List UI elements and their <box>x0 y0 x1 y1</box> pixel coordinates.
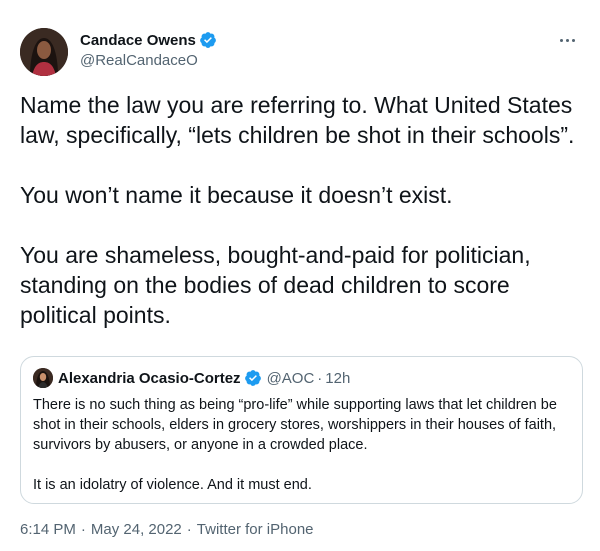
more-dot <box>571 38 575 42</box>
tweet-paragraph: You are shameless, bought-and-paid for p… <box>20 242 531 328</box>
handle[interactable]: @RealCandaceO <box>80 52 217 69</box>
verified-badge-icon <box>200 32 216 48</box>
name-row: Candace Owens <box>80 30 217 50</box>
dot-separator: · <box>186 521 192 538</box>
quoted-display-name: Alexandria Ocasio-Cortez <box>58 369 241 387</box>
dot-separator: · <box>80 521 86 538</box>
more-options-icon[interactable] <box>554 30 580 50</box>
tweet: Candace Owens @RealCandaceO Name the law… <box>0 0 600 551</box>
tweet-source[interactable]: Twitter for iPhone <box>197 521 314 538</box>
display-name[interactable]: Candace Owens <box>80 32 196 49</box>
tweet-header: Candace Owens @RealCandaceO <box>20 28 584 76</box>
author-info: Candace Owens @RealCandaceO <box>80 30 217 69</box>
quoted-tweet-header: Alexandria Ocasio-Cortez @AOC · 12h <box>33 368 350 388</box>
tweet-paragraph: You won’t name it because it doesn’t exi… <box>20 182 453 208</box>
quoted-handle: @AOC <box>266 369 315 387</box>
tweet-meta: 6:14 PM · May 24, 2022 · Twitter for iPh… <box>20 521 314 538</box>
more-dot <box>565 38 569 42</box>
tweet-date[interactable]: May 24, 2022 <box>91 521 182 538</box>
tweet-paragraph: Name the law you are referring to. What … <box>20 92 575 148</box>
quoted-tweet-text: There is no such thing as being “pro-lif… <box>33 395 578 495</box>
tweet-time[interactable]: 6:14 PM <box>20 521 76 538</box>
avatar[interactable] <box>20 28 68 76</box>
tweet-text: Name the law you are referring to. What … <box>20 90 580 330</box>
dot-separator: · <box>317 369 323 387</box>
quoted-paragraph: There is no such thing as being “pro-lif… <box>33 397 557 453</box>
quoted-timestamp: 12h <box>325 369 351 387</box>
quoted-avatar <box>33 368 53 388</box>
more-dot <box>559 38 563 42</box>
verified-badge-icon <box>244 370 261 386</box>
quoted-paragraph: It is an idolatry of violence. And it mu… <box>33 477 312 493</box>
quoted-tweet[interactable]: Alexandria Ocasio-Cortez @AOC · 12h Ther… <box>20 356 583 504</box>
